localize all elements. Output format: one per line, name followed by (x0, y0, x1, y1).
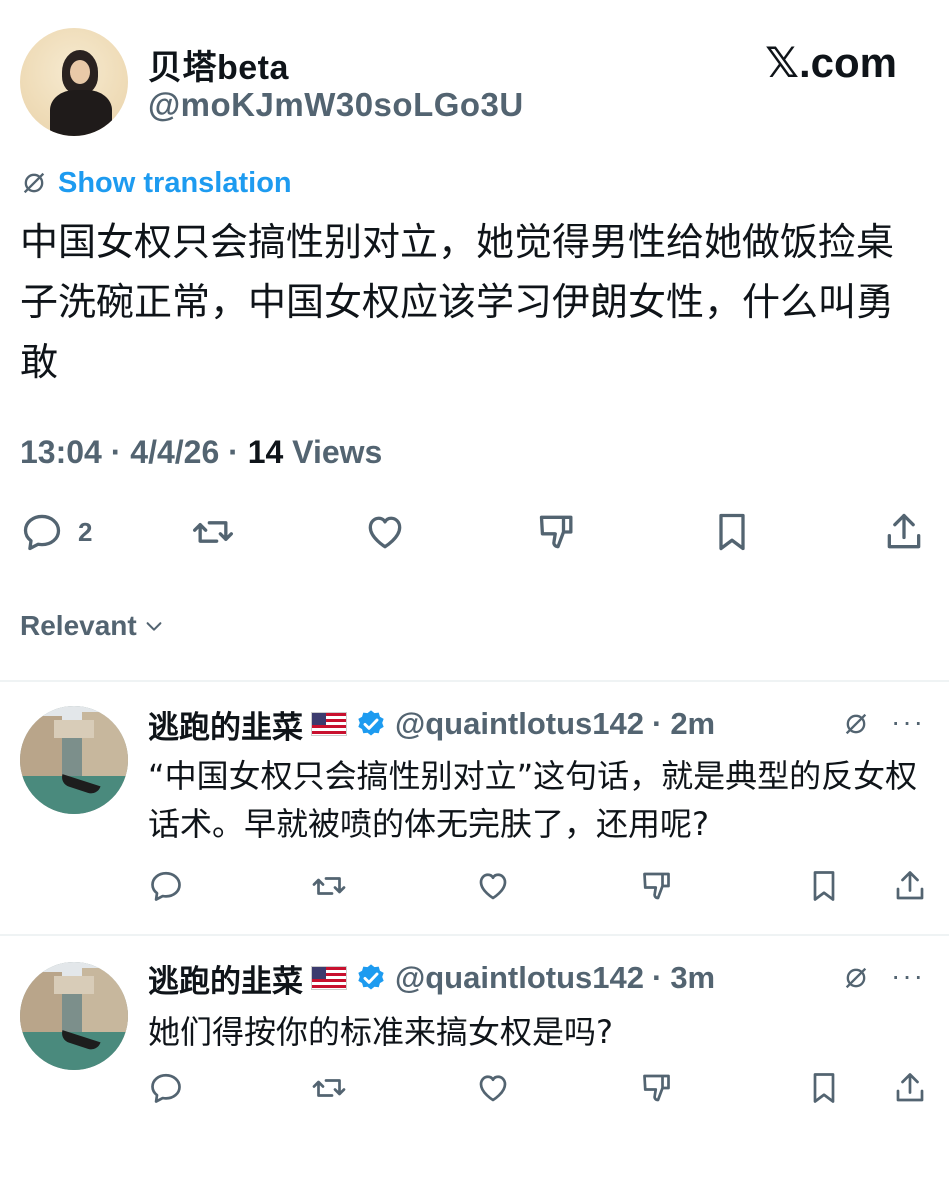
dislike-icon (643, 1074, 670, 1102)
views-label: Views (292, 434, 383, 470)
bookmark-button[interactable] (806, 1070, 842, 1106)
divider (0, 680, 949, 682)
tweet-date[interactable]: 4/4/26 (130, 434, 219, 470)
reply-button[interactable] (148, 868, 184, 904)
reply-text: 她们得按你的标准来搞女权是吗? (148, 1013, 613, 1051)
reply-avatar[interactable] (20, 962, 128, 1070)
sort-dropdown[interactable]: Relevant (20, 610, 165, 642)
more-icon[interactable]: ··· (891, 706, 925, 738)
bookmark-button[interactable] (710, 510, 754, 554)
like-button[interactable] (362, 510, 408, 554)
retweet-icon (193, 521, 233, 543)
verified-icon (358, 964, 384, 990)
reply-icon (151, 871, 181, 901)
bookmark-icon (813, 871, 835, 901)
tweet-actions: 2 (20, 510, 930, 560)
bookmark-icon (719, 513, 745, 551)
like-icon (479, 873, 507, 900)
retweet-button[interactable] (190, 510, 236, 554)
reply-age[interactable]: 3m (670, 960, 715, 996)
retweet-icon (312, 877, 346, 895)
divider (0, 934, 949, 936)
reply-text: “中国女权只会搞性别对立”这句话，就是典型的反女权话术。早就被喷的体无完肤了，还… (148, 757, 918, 843)
reply-age[interactable]: 2m (670, 706, 715, 742)
meta-separator: · (651, 960, 663, 995)
reply-avatar[interactable] (20, 706, 128, 814)
like-button[interactable] (474, 868, 512, 904)
dislike-icon (539, 515, 573, 549)
reply-header: 逃跑的韭菜 @quaintlotus142 · 2m (148, 702, 715, 747)
retweet-icon (312, 1079, 346, 1097)
dislike-button[interactable] (640, 1070, 676, 1106)
reply-author-handle[interactable]: @quaintlotus142 (395, 706, 644, 742)
bookmark-button[interactable] (806, 868, 842, 904)
retweet-button[interactable] (310, 1070, 348, 1106)
display-name[interactable]: 贝塔beta (148, 40, 289, 89)
reply-icon (23, 514, 61, 551)
tweet-text: 中国女权只会搞性别对立，她觉得男性给她做饭捡桌子洗碗正常，中国女权应该学习伊朗女… (20, 220, 895, 384)
show-translation-link[interactable]: Show translation (58, 167, 292, 200)
reply-button[interactable]: 2 (20, 510, 92, 554)
retweet-button[interactable] (310, 868, 348, 904)
translation-row[interactable]: Show translation (20, 165, 292, 201)
like-icon (479, 1075, 507, 1102)
more-icon[interactable]: ··· (891, 960, 925, 992)
chevron-down-icon (146, 622, 162, 631)
us-flag-icon (311, 712, 347, 736)
like-icon (368, 516, 402, 549)
avatar-face (70, 60, 90, 84)
share-icon (896, 1073, 924, 1102)
reply-author-handle[interactable]: @quaintlotus142 (395, 960, 644, 996)
reply-actions (148, 868, 928, 908)
share-icon (896, 871, 924, 900)
reply-icon (151, 1073, 181, 1103)
reply-count: 2 (78, 516, 93, 547)
meta-separator: · (651, 706, 663, 741)
bookmark-icon (813, 1073, 835, 1103)
user-handle[interactable]: @moKJmW30soLGo3U (148, 86, 524, 124)
meta-separator: · (110, 434, 131, 470)
reply-actions (148, 1070, 928, 1110)
like-button[interactable] (474, 1070, 512, 1106)
tweet-meta: 13:04 · 4/4/26 · 14 Views (20, 434, 382, 471)
meta-separator: · (228, 434, 248, 470)
dislike-button[interactable] (536, 510, 580, 554)
share-button[interactable] (892, 868, 928, 904)
sort-label: Relevant (20, 610, 137, 641)
views-count: 14 (247, 434, 284, 470)
reply-author-name[interactable]: 逃跑的韭菜 (148, 956, 303, 1001)
brand-logo: 𝕏.com (765, 39, 897, 86)
avatar-body (50, 90, 112, 136)
share-button[interactable] (882, 510, 926, 554)
us-flag-icon (311, 966, 347, 990)
reply-author-name[interactable]: 逃跑的韭菜 (148, 702, 303, 747)
reply-button[interactable] (148, 1070, 184, 1106)
translate-icon[interactable] (842, 964, 870, 992)
translate-icon (23, 172, 45, 194)
dislike-button[interactable] (640, 868, 676, 904)
tweet-time[interactable]: 13:04 (20, 434, 102, 470)
share-button[interactable] (892, 1070, 928, 1106)
avatar[interactable] (20, 28, 128, 136)
dislike-icon (643, 872, 670, 900)
translate-icon[interactable] (842, 710, 870, 738)
verified-icon (358, 710, 384, 736)
reply-header: 逃跑的韭菜 @quaintlotus142 · 3m (148, 956, 715, 1001)
share-icon (887, 513, 921, 549)
